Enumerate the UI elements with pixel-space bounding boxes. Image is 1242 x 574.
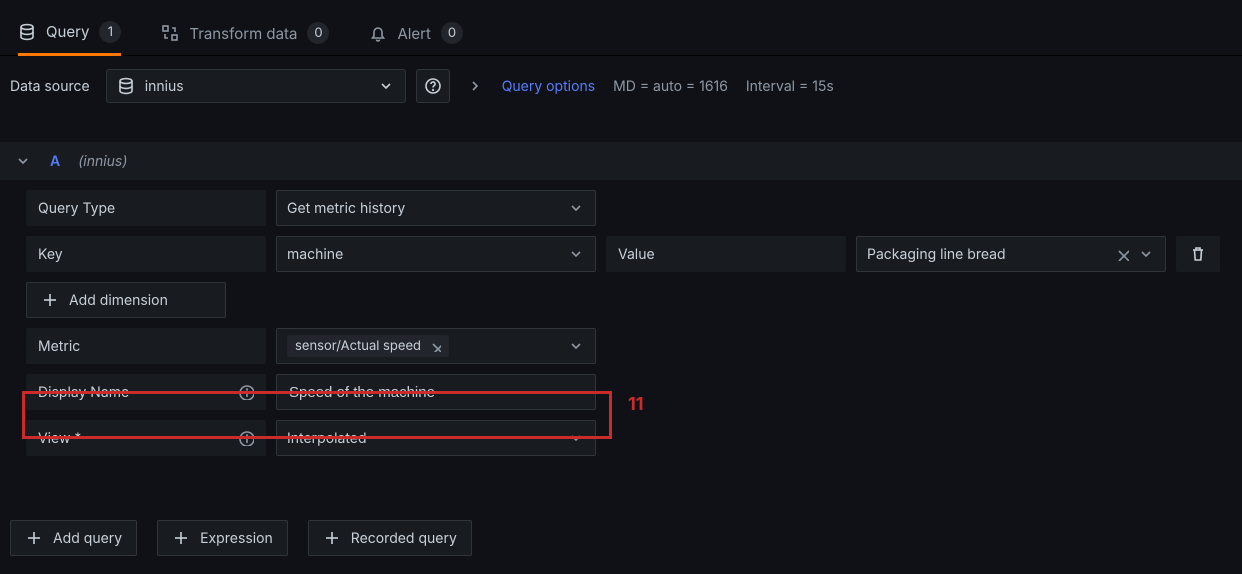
tab-count: 0 (307, 22, 329, 44)
query-row-header[interactable]: A (innius) (0, 142, 1242, 180)
query-options-md: MD = auto = 1616 (613, 78, 728, 95)
tab-transform[interactable]: Transform data 0 (161, 10, 329, 56)
add-dimension-button[interactable]: Add dimension (26, 282, 226, 318)
chevron-down-icon (567, 199, 585, 217)
transform-icon (161, 24, 179, 42)
chevron-right-icon[interactable] (466, 77, 484, 95)
chevron-down-icon (567, 429, 585, 447)
button-label: Add dimension (69, 292, 168, 309)
label-value: Value (606, 236, 846, 272)
plus-icon (25, 529, 43, 547)
query-options-group: Query options MD = auto = 1616 Interval … (466, 77, 834, 95)
chevron-down-icon (1137, 245, 1155, 263)
chevron-down-icon (377, 77, 395, 95)
select-value-input[interactable]: Packaging line bread (856, 236, 1166, 272)
plus-icon (41, 291, 59, 309)
query-letter: A (50, 153, 60, 170)
delete-dimension-button[interactable] (1176, 236, 1220, 272)
tab-label: Transform data (189, 24, 297, 43)
label-key: Key (26, 236, 266, 272)
input-display-name-wrap[interactable] (276, 374, 596, 410)
input-display-name[interactable] (287, 383, 585, 402)
chevron-down-icon (567, 245, 585, 263)
select-key[interactable]: machine (276, 236, 596, 272)
plus-icon (323, 529, 341, 547)
footer-buttons: Add query Expression Recorded query (10, 520, 472, 556)
select-value: Packaging line bread (867, 246, 1006, 263)
button-label: Recorded query (351, 530, 457, 547)
database-icon (18, 23, 36, 41)
datasource-help-button[interactable] (416, 69, 450, 103)
add-query-button[interactable]: Add query (10, 520, 137, 556)
chip-label: sensor/Actual speed (295, 338, 421, 354)
chevron-down-icon (567, 337, 585, 355)
annotation-number: 11 (628, 394, 644, 415)
clear-icon[interactable] (1115, 247, 1129, 261)
recorded-query-button[interactable]: Recorded query (308, 520, 472, 556)
help-icon (424, 77, 442, 95)
select-value: Interpolated (287, 430, 367, 447)
database-icon (117, 77, 135, 95)
info-icon[interactable] (238, 384, 254, 400)
tab-alert[interactable]: Alert 0 (369, 10, 463, 56)
tab-count: 1 (99, 21, 121, 43)
datasource-select[interactable]: innius (106, 69, 406, 103)
button-label: Expression (200, 530, 273, 547)
select-value: Get metric history (287, 200, 405, 217)
query-ds-name: (innius) (78, 153, 127, 170)
tab-query[interactable]: Query 1 (18, 10, 121, 56)
datasource-label: Data source (10, 78, 96, 95)
query-form: Query Type Get metric history Key machin… (0, 180, 1242, 456)
editor-tabs: Query 1 Transform data 0 Alert 0 (0, 0, 1242, 56)
tab-label: Alert (397, 24, 431, 43)
button-label: Add query (53, 530, 122, 547)
bell-icon (369, 24, 387, 42)
label-metric: Metric (26, 328, 266, 364)
chevron-down-icon[interactable] (14, 152, 32, 170)
trash-icon (1189, 245, 1207, 263)
select-view[interactable]: Interpolated (276, 420, 596, 456)
expression-button[interactable]: Expression (157, 520, 288, 556)
label-display-name: Display Name (26, 374, 266, 410)
query-options-link[interactable]: Query options (502, 78, 595, 95)
remove-chip-icon[interactable] (429, 340, 441, 352)
plus-icon (172, 529, 190, 547)
label-query-type: Query Type (26, 190, 266, 226)
label-view: View * (26, 420, 266, 456)
tab-label: Query (46, 22, 89, 41)
select-query-type[interactable]: Get metric history (276, 190, 596, 226)
select-metric[interactable]: sensor/Actual speed (276, 328, 596, 364)
select-value: machine (287, 246, 343, 263)
metric-chip: sensor/Actual speed (287, 335, 449, 357)
info-icon[interactable] (238, 430, 254, 446)
datasource-bar: Data source innius Query options MD = au… (0, 56, 1242, 116)
query-options-interval: Interval = 15s (746, 78, 834, 95)
datasource-value: innius (145, 78, 184, 95)
tab-count: 0 (441, 22, 463, 44)
